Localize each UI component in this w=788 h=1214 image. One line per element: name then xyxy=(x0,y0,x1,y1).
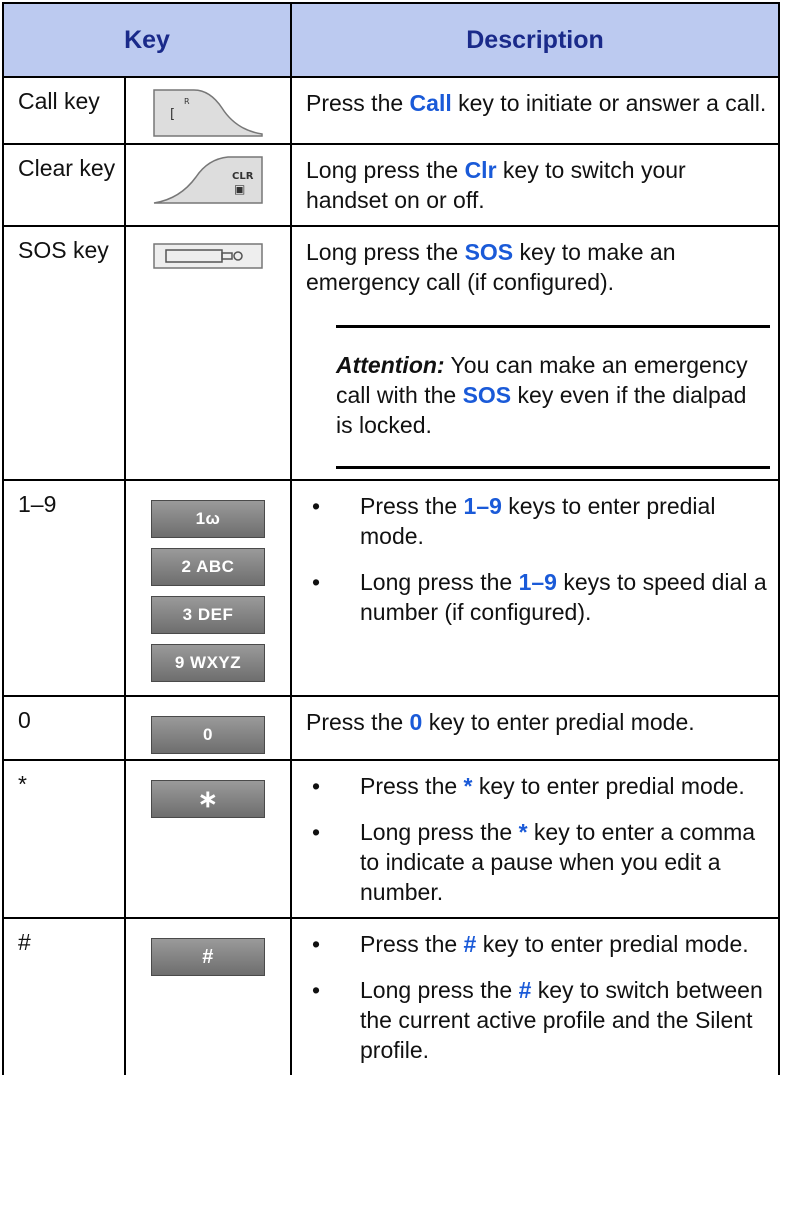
svg-text:R: R xyxy=(184,97,190,106)
sos-key-icon xyxy=(124,225,292,481)
table-row: Call key [ R Press the Call key to initi… xyxy=(2,76,780,145)
call-key-icon: [ R xyxy=(124,76,292,145)
table-row: Clear key CLR ▣ Long press the Clr key t… xyxy=(2,143,780,227)
bullet-item: • Long press the * key to enter a comma t… xyxy=(312,819,756,905)
key-name: Call key xyxy=(2,76,126,145)
key-name: * xyxy=(2,759,126,919)
attention-note: Attention: You can make an emergency cal… xyxy=(336,325,770,469)
svg-text:CLR: CLR xyxy=(232,171,254,182)
table-header-row: Key Description xyxy=(2,2,780,78)
key-star-icon: ∗ xyxy=(124,759,292,919)
key-description: • Press the * key to enter predial mode. … xyxy=(290,759,780,919)
bullet-item: • Press the 1–9 keys to enter predial mod… xyxy=(312,493,716,549)
digit-keys-1-9: 1ω 2 ABC 3 DEF 9 WXYZ xyxy=(124,479,292,697)
svg-text:[: [ xyxy=(170,107,175,122)
key-description: Long press the SOS key to make an emerge… xyxy=(290,225,780,481)
bullet-item: • Long press the 1–9 keys to speed dial a… xyxy=(312,569,767,625)
table-row: * ∗ • Press the * key to enter predial mo… xyxy=(2,759,780,919)
key-name: 1–9 xyxy=(2,479,126,697)
key-0-icon: 0 xyxy=(124,695,292,761)
table-row: 1–9 1ω 2 ABC 3 DEF 9 WXYZ • Press the 1–9… xyxy=(2,479,780,697)
table-row: # # • Press the # key to enter predial mo… xyxy=(2,917,780,1075)
key-name: SOS key xyxy=(2,225,126,481)
table-row: 0 0 Press the 0 key to enter predial mod… xyxy=(2,695,780,761)
header-key: Key xyxy=(2,2,292,78)
key-description: Long press the Clr key to switch your ha… xyxy=(290,143,780,227)
key-description-table: Key Description Call key [ R Press the C… xyxy=(2,2,780,1075)
table-row: SOS key Long press the SOS key to make a… xyxy=(2,225,780,481)
bullet-item: • Press the * key to enter predial mode. xyxy=(312,773,745,799)
key-9-icon: 9 WXYZ xyxy=(151,644,265,682)
clear-key-icon: CLR ▣ xyxy=(124,143,292,227)
key-name: Clear key xyxy=(2,143,126,227)
key-description: Press the 0 key to enter predial mode. xyxy=(290,695,780,761)
key-name: # xyxy=(2,917,126,1075)
header-description: Description xyxy=(290,2,780,78)
key-description: Press the Call key to initiate or answer… xyxy=(290,76,780,145)
key-hash-icon: # xyxy=(124,917,292,1075)
key-1-icon: 1ω xyxy=(151,500,265,538)
key-description: • Press the # key to enter predial mode. … xyxy=(290,917,780,1075)
key-2-icon: 2 ABC xyxy=(151,548,265,586)
bullet-item: • Long press the # key to switch between … xyxy=(312,977,763,1063)
key-description: • Press the 1–9 keys to enter predial mod… xyxy=(290,479,780,697)
bullet-item: • Press the # key to enter predial mode. xyxy=(312,931,749,957)
key-name: 0 xyxy=(2,695,126,761)
svg-text:▣: ▣ xyxy=(234,182,245,196)
key-3-icon: 3 DEF xyxy=(151,596,265,634)
